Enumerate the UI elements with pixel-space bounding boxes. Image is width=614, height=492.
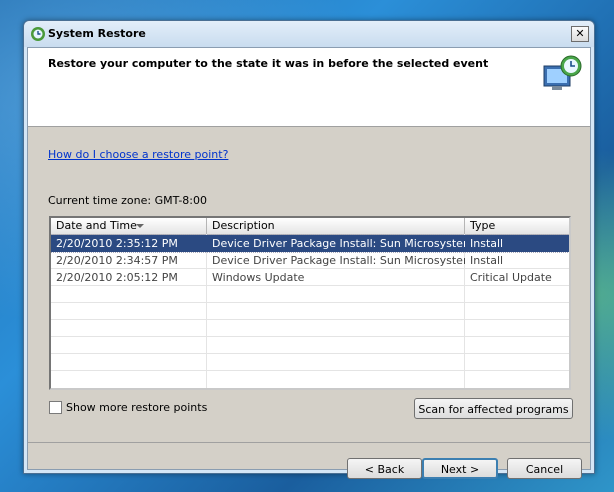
back-button[interactable]: < Back [347,458,422,479]
row-description: Windows Update [212,271,305,284]
title-bar[interactable]: System Restore ✕ [24,21,594,47]
row-type: Install [470,254,504,267]
sort-descending-icon [136,224,144,228]
show-more-label[interactable]: Show more restore points [66,401,207,414]
restore-points-list[interactable]: Date and Time Description Type 2/20/2010… [49,216,571,390]
row-type: Install [470,237,504,250]
system-restore-icon [31,27,45,41]
dialog-body: Restore your computer to the state it wa… [27,47,591,479]
column-date-time[interactable]: Date and Time [51,218,207,234]
row-date: 2/20/2010 2:05:12 PM [56,271,178,284]
column-description[interactable]: Description [207,218,465,234]
footer-divider [28,442,590,443]
list-header: Date and Time Description Type [51,218,569,235]
row-divider [51,370,569,371]
cancel-button[interactable]: Cancel [507,458,582,479]
close-button[interactable]: ✕ [571,26,589,42]
row-divider [51,302,569,303]
header-band: Restore your computer to the state it wa… [28,48,590,127]
row-type: Critical Update [470,271,552,284]
column-type[interactable]: Type [465,218,569,234]
scan-affected-programs-button[interactable]: Scan for affected programs [414,398,573,419]
row-divider [51,353,569,354]
header-text: Restore your computer to the state it wa… [48,57,489,70]
row-divider [51,336,569,337]
row-date: 2/20/2010 2:34:57 PM [56,254,178,267]
help-link[interactable]: How do I choose a restore point? [48,148,228,161]
window-title: System Restore [48,27,146,40]
row-date: 2/20/2010 2:35:12 PM [56,237,178,250]
row-description: Device Driver Package Install: Sun Micro… [212,237,465,250]
table-row[interactable]: 2/20/2010 2:34:57 PM Device Driver Packa… [51,252,569,269]
row-divider [51,319,569,320]
computer-restore-icon [543,55,582,90]
column-date-time-label: Date and Time [56,219,137,232]
table-row[interactable]: 2/20/2010 2:35:12 PM Device Driver Packa… [51,234,569,253]
table-row[interactable]: 2/20/2010 2:05:12 PM Windows Update Crit… [51,269,569,286]
next-button[interactable]: Next > [422,458,498,479]
timezone-label: Current time zone: GMT-8:00 [48,194,208,207]
row-description: Device Driver Package Install: Sun Micro… [212,254,465,267]
show-more-checkbox[interactable] [49,401,62,414]
system-restore-window: System Restore ✕ Restore your computer t… [23,20,595,479]
